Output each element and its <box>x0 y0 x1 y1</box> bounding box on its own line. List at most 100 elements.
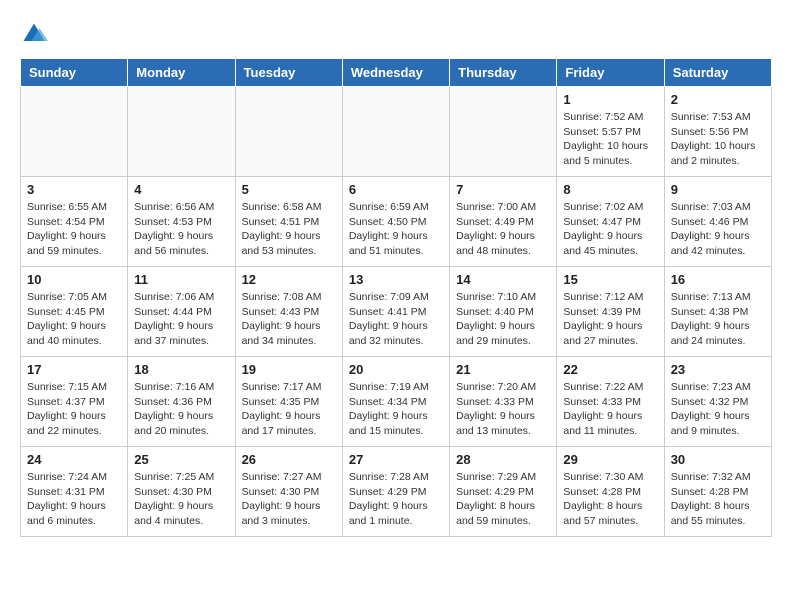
day-number: 17 <box>27 362 121 377</box>
calendar-cell: 1 Sunrise: 7:52 AM Sunset: 5:57 PM Daylig… <box>557 87 664 177</box>
day-number: 4 <box>134 182 228 197</box>
day-number: 6 <box>349 182 443 197</box>
day-number: 26 <box>242 452 336 467</box>
day-info: Sunrise: 7:30 AM Sunset: 4:28 PM Dayligh… <box>563 470 657 529</box>
calendar-cell <box>450 87 557 177</box>
day-number: 15 <box>563 272 657 287</box>
weekday-header: Sunday <box>21 59 128 87</box>
calendar-cell: 17 Sunrise: 7:15 AM Sunset: 4:37 PM Dayli… <box>21 357 128 447</box>
day-number: 2 <box>671 92 765 107</box>
calendar-cell <box>342 87 449 177</box>
day-number: 29 <box>563 452 657 467</box>
day-number: 27 <box>349 452 443 467</box>
day-number: 10 <box>27 272 121 287</box>
day-info: Sunrise: 7:00 AM Sunset: 4:49 PM Dayligh… <box>456 200 550 259</box>
weekday-header: Thursday <box>450 59 557 87</box>
calendar-cell: 8 Sunrise: 7:02 AM Sunset: 4:47 PM Daylig… <box>557 177 664 267</box>
day-info: Sunrise: 7:27 AM Sunset: 4:30 PM Dayligh… <box>242 470 336 529</box>
day-number: 12 <box>242 272 336 287</box>
day-info: Sunrise: 7:02 AM Sunset: 4:47 PM Dayligh… <box>563 200 657 259</box>
day-number: 23 <box>671 362 765 377</box>
day-number: 30 <box>671 452 765 467</box>
calendar-table: SundayMondayTuesdayWednesdayThursdayFrid… <box>20 58 772 537</box>
day-info: Sunrise: 6:58 AM Sunset: 4:51 PM Dayligh… <box>242 200 336 259</box>
day-number: 14 <box>456 272 550 287</box>
calendar-cell <box>235 87 342 177</box>
weekday-header: Saturday <box>664 59 771 87</box>
calendar-cell: 19 Sunrise: 7:17 AM Sunset: 4:35 PM Dayli… <box>235 357 342 447</box>
day-info: Sunrise: 7:15 AM Sunset: 4:37 PM Dayligh… <box>27 380 121 439</box>
day-info: Sunrise: 7:09 AM Sunset: 4:41 PM Dayligh… <box>349 290 443 349</box>
calendar-cell: 22 Sunrise: 7:22 AM Sunset: 4:33 PM Dayli… <box>557 357 664 447</box>
page-header <box>20 20 772 48</box>
calendar-cell: 18 Sunrise: 7:16 AM Sunset: 4:36 PM Dayli… <box>128 357 235 447</box>
calendar-cell: 20 Sunrise: 7:19 AM Sunset: 4:34 PM Dayli… <box>342 357 449 447</box>
calendar-cell: 28 Sunrise: 7:29 AM Sunset: 4:29 PM Dayli… <box>450 447 557 537</box>
day-number: 18 <box>134 362 228 377</box>
day-info: Sunrise: 7:03 AM Sunset: 4:46 PM Dayligh… <box>671 200 765 259</box>
weekday-header: Friday <box>557 59 664 87</box>
day-info: Sunrise: 7:52 AM Sunset: 5:57 PM Dayligh… <box>563 110 657 169</box>
day-number: 8 <box>563 182 657 197</box>
calendar-cell: 13 Sunrise: 7:09 AM Sunset: 4:41 PM Dayli… <box>342 267 449 357</box>
day-info: Sunrise: 7:05 AM Sunset: 4:45 PM Dayligh… <box>27 290 121 349</box>
day-number: 7 <box>456 182 550 197</box>
calendar-cell: 16 Sunrise: 7:13 AM Sunset: 4:38 PM Dayli… <box>664 267 771 357</box>
day-number: 25 <box>134 452 228 467</box>
day-info: Sunrise: 7:25 AM Sunset: 4:30 PM Dayligh… <box>134 470 228 529</box>
day-info: Sunrise: 7:17 AM Sunset: 4:35 PM Dayligh… <box>242 380 336 439</box>
calendar-cell: 29 Sunrise: 7:30 AM Sunset: 4:28 PM Dayli… <box>557 447 664 537</box>
day-number: 5 <box>242 182 336 197</box>
day-number: 11 <box>134 272 228 287</box>
logo <box>20 20 52 48</box>
day-info: Sunrise: 7:23 AM Sunset: 4:32 PM Dayligh… <box>671 380 765 439</box>
calendar-cell: 25 Sunrise: 7:25 AM Sunset: 4:30 PM Dayli… <box>128 447 235 537</box>
day-info: Sunrise: 6:59 AM Sunset: 4:50 PM Dayligh… <box>349 200 443 259</box>
calendar-cell: 27Sunrise: 7:28 AM Sunset: 4:29 PM Dayli… <box>342 447 449 537</box>
day-info: Sunrise: 7:16 AM Sunset: 4:36 PM Dayligh… <box>134 380 228 439</box>
calendar-cell: 26 Sunrise: 7:27 AM Sunset: 4:30 PM Dayli… <box>235 447 342 537</box>
day-number: 21 <box>456 362 550 377</box>
day-info: Sunrise: 7:53 AM Sunset: 5:56 PM Dayligh… <box>671 110 765 169</box>
day-info: Sunrise: 6:56 AM Sunset: 4:53 PM Dayligh… <box>134 200 228 259</box>
day-number: 1 <box>563 92 657 107</box>
weekday-header: Monday <box>128 59 235 87</box>
calendar-cell: 21Sunrise: 7:20 AM Sunset: 4:33 PM Dayli… <box>450 357 557 447</box>
calendar-cell: 6 Sunrise: 6:59 AM Sunset: 4:50 PM Daylig… <box>342 177 449 267</box>
calendar-cell: 15 Sunrise: 7:12 AM Sunset: 4:39 PM Dayli… <box>557 267 664 357</box>
day-info: Sunrise: 7:10 AM Sunset: 4:40 PM Dayligh… <box>456 290 550 349</box>
weekday-header: Wednesday <box>342 59 449 87</box>
weekday-header: Tuesday <box>235 59 342 87</box>
day-number: 22 <box>563 362 657 377</box>
day-info: Sunrise: 7:06 AM Sunset: 4:44 PM Dayligh… <box>134 290 228 349</box>
calendar-cell <box>128 87 235 177</box>
day-number: 3 <box>27 182 121 197</box>
calendar-cell: 9 Sunrise: 7:03 AM Sunset: 4:46 PM Daylig… <box>664 177 771 267</box>
calendar-cell <box>21 87 128 177</box>
day-number: 20 <box>349 362 443 377</box>
logo-icon <box>20 20 48 48</box>
day-number: 28 <box>456 452 550 467</box>
calendar-cell: 3 Sunrise: 6:55 AM Sunset: 4:54 PM Daylig… <box>21 177 128 267</box>
calendar-cell: 14 Sunrise: 7:10 AM Sunset: 4:40 PM Dayli… <box>450 267 557 357</box>
day-info: Sunrise: 7:12 AM Sunset: 4:39 PM Dayligh… <box>563 290 657 349</box>
calendar-cell: 23 Sunrise: 7:23 AM Sunset: 4:32 PM Dayli… <box>664 357 771 447</box>
calendar-cell: 12 Sunrise: 7:08 AM Sunset: 4:43 PM Dayli… <box>235 267 342 357</box>
day-info: Sunrise: 7:13 AM Sunset: 4:38 PM Dayligh… <box>671 290 765 349</box>
calendar-cell: 24 Sunrise: 7:24 AM Sunset: 4:31 PM Dayli… <box>21 447 128 537</box>
day-info: Sunrise: 7:29 AM Sunset: 4:29 PM Dayligh… <box>456 470 550 529</box>
day-number: 24 <box>27 452 121 467</box>
day-info: Sunrise: 7:08 AM Sunset: 4:43 PM Dayligh… <box>242 290 336 349</box>
day-info: Sunrise: 7:24 AM Sunset: 4:31 PM Dayligh… <box>27 470 121 529</box>
day-info: Sunrise: 7:32 AM Sunset: 4:28 PM Dayligh… <box>671 470 765 529</box>
calendar-cell: 2 Sunrise: 7:53 AM Sunset: 5:56 PM Daylig… <box>664 87 771 177</box>
day-info: Sunrise: 7:19 AM Sunset: 4:34 PM Dayligh… <box>349 380 443 439</box>
calendar-cell: 11 Sunrise: 7:06 AM Sunset: 4:44 PM Dayli… <box>128 267 235 357</box>
day-number: 13 <box>349 272 443 287</box>
day-info: Sunrise: 7:22 AM Sunset: 4:33 PM Dayligh… <box>563 380 657 439</box>
day-number: 16 <box>671 272 765 287</box>
day-number: 19 <box>242 362 336 377</box>
day-number: 9 <box>671 182 765 197</box>
day-info: Sunrise: 6:55 AM Sunset: 4:54 PM Dayligh… <box>27 200 121 259</box>
calendar-cell: 7 Sunrise: 7:00 AM Sunset: 4:49 PM Daylig… <box>450 177 557 267</box>
